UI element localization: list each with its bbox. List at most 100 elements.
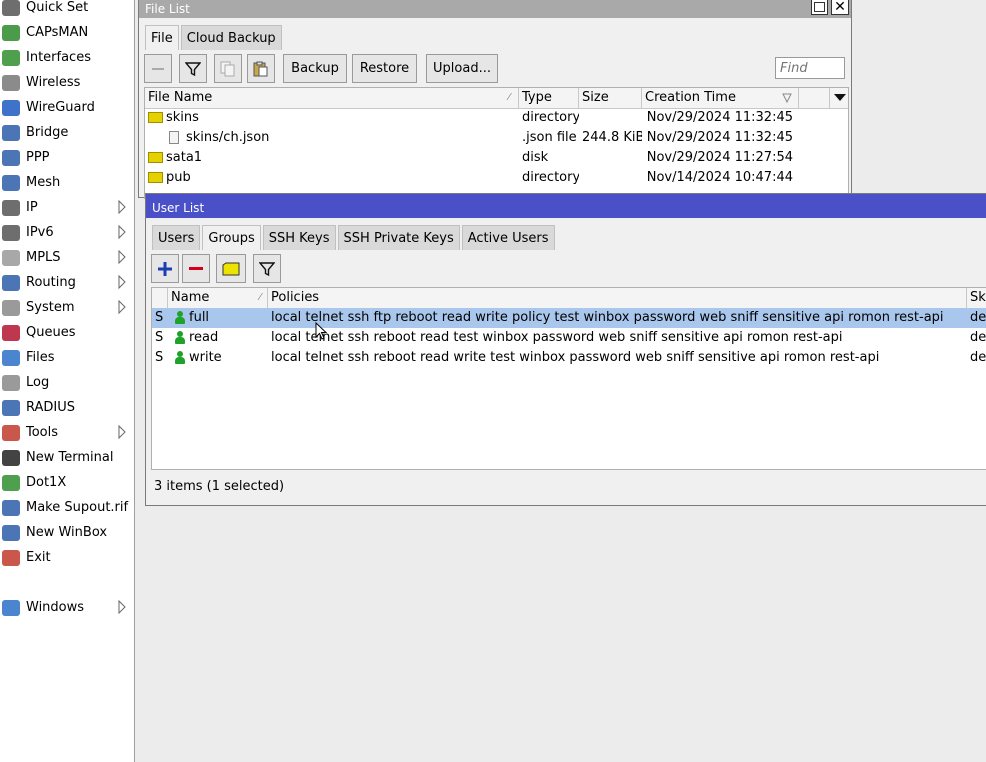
mesh-icon [2,174,20,191]
sidebar-item-bridge[interactable]: Bridge [0,120,134,145]
comment-button[interactable] [216,254,246,283]
remove-button[interactable] [144,54,172,83]
sidebar-item-radius[interactable]: RADIUS [0,395,134,420]
winbox-icon [2,524,20,541]
status-bar: 3 items (1 selected) [151,476,986,498]
sidebar-item-dot1x[interactable]: Dot1X [0,470,134,495]
table-row[interactable]: Sfull local telnet ssh ftp reboot read wr… [152,308,986,328]
paste-icon [253,61,268,76]
file-created-cell: Nov/14/2024 10:47:44 [646,170,793,185]
user-list-title: User List [152,201,205,215]
sidebar-item-routing[interactable]: Routing [0,270,134,295]
sidebar-item-ipv6[interactable]: IPv6 [0,220,134,245]
file-name-cell: sata1 [145,148,519,168]
sidebar-item-ip[interactable]: IP [0,195,134,220]
sidebar-item-label: Files [26,350,55,365]
column-extra[interactable] [799,88,830,108]
file-name: skins/ch.json [186,130,270,145]
backup-button[interactable]: Backup [283,54,347,83]
file-type-cell: directory [522,170,579,185]
sidebar-item-quick-set[interactable]: Quick Set [0,0,134,20]
sidebar-item-capsman[interactable]: CAPsMAN [0,20,134,45]
routing-icon [2,274,20,291]
sidebar-item-ppp[interactable]: PPP [0,145,134,170]
policies-cell: local telnet ssh reboot read test winbox… [271,330,843,345]
group-name-cell: write [189,350,222,365]
user-tab-active-users[interactable]: Active Users [461,225,555,250]
column-name-label: Name [171,290,210,305]
sidebar-item-mpls[interactable]: MPLS [0,245,134,270]
folder-icon [148,172,163,183]
user-tab-groups[interactable]: Groups [202,225,261,250]
sidebar-item-new-winbox[interactable]: New WinBox [0,520,134,545]
quick-set-icon [2,0,20,16]
filter-button[interactable] [253,254,281,283]
sidebar-item-mesh[interactable]: Mesh [0,170,134,195]
column-flag[interactable] [152,288,168,308]
close-button[interactable]: ✕ [831,0,849,15]
column-name[interactable]: Name ⁄ [168,288,268,308]
user-list-window: User List Users Groups SSH Keys SSH Private… [145,193,986,506]
column-file-name[interactable]: File Name ⁄ [145,88,519,108]
sidebar-item-system[interactable]: System [0,295,134,320]
remove-button[interactable] [182,254,210,283]
file-type-cell: .json file [522,130,577,145]
sidebar-item-label: IPv6 [26,225,54,240]
sidebar-item-exit[interactable]: Exit [0,545,134,570]
table-row[interactable]: sata1 disk Nov/29/2024 11:27:54 [145,148,848,168]
sidebar-item-make-supout-rif[interactable]: Make Supout.rif [0,495,134,520]
sidebar-item-label: Queues [26,325,76,340]
sort-desc-icon [782,93,792,103]
submenu-arrow-icon [118,224,126,243]
terminal-icon [2,449,20,466]
table-row[interactable]: Sread local telnet ssh reboot read test w… [152,328,986,348]
user-tab-ssh-keys[interactable]: SSH Keys [262,225,336,250]
file-tab-cloud-backup[interactable]: Cloud Backup [180,25,282,50]
sidebar-item-tools[interactable]: Tools [0,420,134,445]
maximize-button[interactable] [811,0,828,15]
column-menu-button[interactable] [830,88,848,108]
column-type[interactable]: Type [519,88,579,108]
flag-cell: S [155,350,164,365]
table-row[interactable]: pub directory Nov/14/2024 10:47:44 [145,168,848,188]
user-list-titlebar[interactable]: User List [146,194,986,218]
sidebar-item-files[interactable]: Files [0,345,134,370]
mouse-cursor-icon [315,322,327,340]
upload-label: Upload... [433,61,491,76]
find-input[interactable] [775,57,845,79]
restore-button[interactable]: Restore [352,54,417,83]
sidebar-item-new-terminal[interactable]: New Terminal [0,445,134,470]
file-name: sata1 [166,150,203,165]
sidebar-item-interfaces[interactable]: Interfaces [0,45,134,70]
add-button[interactable] [151,254,179,283]
column-size[interactable]: Size [579,88,642,108]
table-row[interactable]: skins directory Nov/29/2024 11:32:45 [145,108,848,128]
sidebar-item-wireguard[interactable]: WireGuard [0,95,134,120]
upload-button[interactable]: Upload... [426,54,498,83]
ppp-icon [2,149,20,166]
group-icon [174,331,185,345]
sidebar-item-label: Make Supout.rif [26,500,129,515]
column-skin[interactable]: Ski [967,288,986,308]
main-menu-sidebar: Quick Set CAPsMAN Interfaces Wireless WireGu… [0,0,135,762]
file-tab-file[interactable]: File [145,25,179,50]
user-tab-ssh-private-keys[interactable]: SSH Private Keys [337,225,460,250]
bridge-icon [2,124,20,141]
submenu-arrow-icon [118,299,126,318]
paste-button[interactable] [247,54,275,83]
sidebar-item-label: Log [26,375,50,390]
sidebar-item-log[interactable]: Log [0,370,134,395]
sidebar-item-queues[interactable]: Queues [0,320,134,345]
filter-button[interactable] [179,54,207,83]
table-row[interactable]: skins/ch.json .json file 244.8 KiB Nov/29/2… [145,128,848,148]
user-tab-users[interactable]: Users [152,225,201,250]
exit-icon [2,549,20,566]
file-list-titlebar[interactable]: File List [139,0,851,18]
skin-cell: def [970,350,986,365]
copy-button[interactable] [214,54,242,83]
table-row[interactable]: Swrite local telnet ssh reboot read write… [152,348,986,368]
column-creation-time[interactable]: Creation Time [642,88,799,108]
sidebar-item-windows[interactable]: Windows [0,595,134,620]
column-policies[interactable]: Policies [268,288,967,308]
sidebar-item-wireless[interactable]: Wireless [0,70,134,95]
